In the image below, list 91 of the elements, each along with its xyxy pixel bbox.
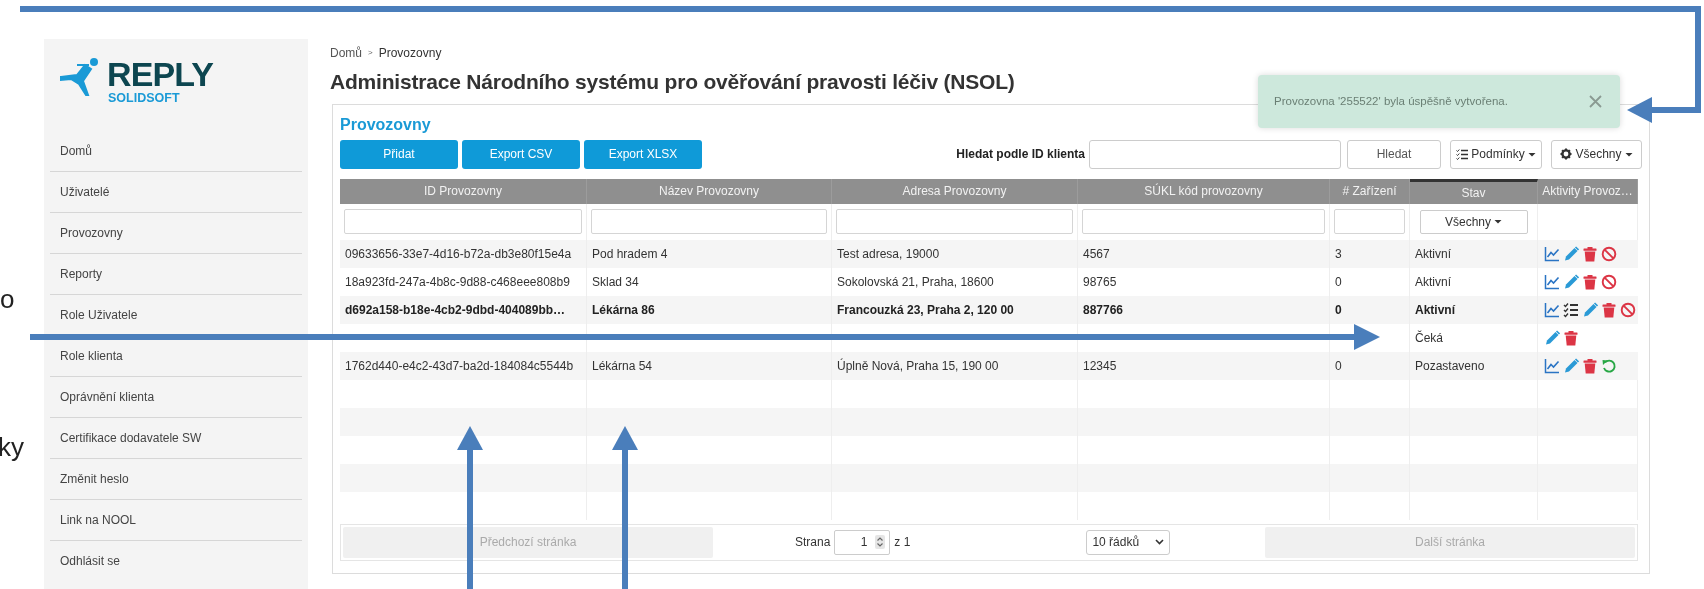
sidebar-item[interactable]: Oprávnění klienta [50, 377, 302, 418]
slide-text-fragment: o [0, 283, 15, 316]
table-cell-text: Sklad 34 [592, 273, 639, 291]
sidebar-item[interactable]: Odhlásit se [50, 541, 302, 582]
sidebar-item[interactable]: Změnit heslo [50, 459, 302, 500]
prohibited-icon[interactable] [1620, 301, 1636, 318]
close-icon[interactable] [1589, 95, 1602, 108]
table-cell-text: 3 [1335, 245, 1342, 263]
table-cell-text: 1762d440-e4c2-43d7-ba2d-184084c5544b [345, 357, 574, 375]
caret-icon [1494, 219, 1502, 224]
table-cell-text: 4567 [1083, 245, 1110, 263]
page-title: Administrace Národního systému pro ověřování pravosti léčiv (NSOL) [330, 69, 1016, 95]
table-cell-text: 18a923fd-247a-4b8c-9d88-c468eee808b9 [345, 273, 570, 291]
sidebar-item[interactable]: Role klienta [50, 336, 302, 377]
caret-icon [1624, 151, 1633, 157]
filter-field[interactable] [1334, 209, 1405, 234]
trash-icon[interactable] [1582, 245, 1598, 262]
trash-icon[interactable] [1582, 273, 1598, 290]
table-cell-text: Úplně Nová, Praha 15, 190 00 [837, 357, 999, 375]
trash-icon[interactable] [1601, 301, 1617, 318]
search-button[interactable]: Hledat [1347, 139, 1441, 169]
sidebar-item[interactable]: Provozovny [50, 213, 302, 254]
table-row-highlighted[interactable]: d692a158-b18e-4cb2-9dbd-404089bb… Lékárna 86 Francouzká 23, Praha 2, 120 00 887766 0 Aktivní [340, 295, 1638, 324]
sidebar-item[interactable]: Link na NOOL [50, 500, 302, 541]
table-cell-text: Lékárna 54 [592, 357, 653, 375]
table-row[interactable]: 1762d440-e4c2-43d7-ba2d-184084c5544b Lékárna 54 Úplně Nová, Praha 15, 190 00 12345 0 Pozastaveno [340, 351, 1638, 380]
runner-logo-icon [59, 57, 99, 97]
filter-field[interactable] [344, 209, 582, 234]
chart-icon[interactable] [1544, 301, 1560, 318]
caret-icon [1527, 151, 1536, 157]
logo-subtitle: SOLIDSOFT [108, 92, 181, 105]
table-cell-text: Francouzká 23, Praha 2, 120 00 [837, 301, 1014, 319]
table-cell-text: Aktivní [1415, 273, 1451, 291]
table-cell-text: 98765 [1083, 273, 1117, 291]
checklist-icon [1456, 148, 1469, 160]
breadcrumb-current: Provozovny [378, 45, 442, 62]
search-field[interactable] [1089, 139, 1341, 169]
pencil-icon[interactable] [1563, 245, 1579, 262]
panel-title: Provozovny [340, 114, 432, 135]
table-cell-text: Aktivní [1415, 301, 1455, 319]
toast-message: Provozovna '255522' byla úspěšně vytvořena. [1274, 93, 1508, 109]
filter-field[interactable] [1082, 209, 1325, 234]
table-cell-text: Čeká [1415, 329, 1443, 347]
search-label: Hledat podle ID klienta [956, 146, 1085, 163]
rows-per-page-select[interactable]: 10 řádků [1086, 529, 1171, 555]
filter-field[interactable] [591, 209, 827, 234]
table-cell-text: Lékárna 86 [592, 301, 655, 319]
spinner-arrows-icon [875, 535, 886, 549]
table-cell-text: Test adresa, 19000 [837, 245, 940, 263]
breadcrumb-separator: > [368, 47, 373, 59]
pencil-icon[interactable] [1563, 273, 1579, 290]
chart-icon[interactable] [1544, 273, 1560, 290]
table-cell-text: 887766 [1083, 301, 1124, 319]
conditions-dropdown[interactable]: Podmínky [1450, 139, 1542, 169]
checklist-icon[interactable] [1563, 301, 1579, 318]
slide-text-fragment: ky [0, 431, 24, 464]
trash-icon[interactable] [1563, 329, 1579, 346]
pencil-icon[interactable] [1544, 329, 1560, 346]
table-cell-text: 12345 [1083, 357, 1117, 375]
page-count: z 1 [894, 534, 911, 551]
table-cell-text: 0 [1335, 357, 1342, 375]
sidebar-item[interactable]: Certifikace dodavatele SW [50, 418, 302, 459]
table-cell-text: 0 [1335, 273, 1342, 291]
sidebar-item[interactable]: Role Uživatele [50, 295, 302, 336]
page-number-field[interactable]: 1 [834, 529, 891, 555]
sidebar-item[interactable]: Domů [50, 131, 302, 172]
undo-icon[interactable] [1601, 357, 1617, 374]
table-cell-text: 0 [1335, 301, 1342, 319]
table-cell-text: d692a158-b18e-4cb2-9dbd-404089bb… [345, 301, 566, 319]
chart-icon[interactable] [1544, 245, 1560, 262]
pencil-icon[interactable] [1563, 357, 1579, 374]
table-cell-text: 09633656-33e7-4d16-b72a-db3e80f15e4a [345, 245, 572, 263]
prohibited-icon[interactable] [1601, 273, 1617, 290]
sidebar-item[interactable]: Uživatelé [50, 172, 302, 213]
page-label: Strana [795, 534, 831, 551]
filter-field[interactable] [836, 209, 1073, 234]
breadcrumb-link[interactable]: Domů [330, 44, 362, 62]
chart-icon[interactable] [1544, 357, 1560, 374]
chevron-down-icon [1155, 539, 1165, 545]
logo-wordmark: REPLY [107, 57, 213, 91]
trash-icon[interactable] [1582, 357, 1598, 374]
gear-icon [1560, 148, 1573, 160]
status-filter-dropdown[interactable]: Všechny [1419, 209, 1528, 234]
table-cell-text: Sokolovská 21, Praha, 18600 [837, 273, 994, 291]
sidebar-item[interactable]: Reporty [50, 254, 302, 295]
table-row[interactable]: 09633656-33e7-4d16-b72a-db3e80f15e4a Pod hradem 4 Test adresa, 19000 4567 3 Aktivní [340, 239, 1638, 268]
view-dropdown[interactable]: Všechny [1551, 139, 1642, 169]
prohibited-icon[interactable] [1601, 245, 1617, 262]
table-cell-text: Pozastaveno [1415, 357, 1485, 375]
table-cell-text: Aktivní [1415, 245, 1451, 263]
table-cell-text: Pod hradem 4 [592, 245, 668, 263]
